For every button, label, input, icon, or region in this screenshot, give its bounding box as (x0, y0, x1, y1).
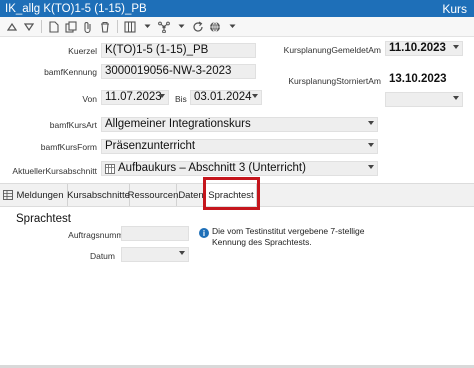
kursplanung-gemeldet-am-value: 11.10.2023 (389, 42, 446, 54)
tab-ressourcen-label: Ressourcen (127, 189, 179, 201)
bis-date-value: 03.01.2024 (194, 91, 252, 103)
info-icon: i (199, 228, 209, 238)
module-label: Kurs (442, 1, 467, 16)
column-icon (105, 164, 115, 175)
chevron-down-icon[interactable] (174, 20, 188, 34)
triangle-down-icon[interactable] (22, 20, 36, 34)
kuerzel-field[interactable]: K(TO)1-5 (1-15)_PB (101, 43, 256, 58)
bis-date-field[interactable]: 03.01.2024 (190, 90, 262, 105)
paperclip-icon[interactable] (81, 20, 95, 34)
tab-daten[interactable]: Daten (177, 184, 206, 206)
datum-field[interactable] (121, 247, 189, 262)
copy-icon[interactable] (64, 20, 78, 34)
auftragsnummer-field[interactable] (121, 226, 189, 241)
chevron-down-icon[interactable] (453, 45, 459, 49)
chevron-down-icon[interactable] (368, 165, 374, 169)
kurs-form: Kuerzel K(TO)1-5 (1-15)_PB bamfKennung 3… (0, 37, 474, 180)
triangle-up-icon[interactable] (5, 20, 19, 34)
tab-ressourcen[interactable]: Ressourcen (127, 184, 179, 206)
bamf-kurs-art-value: Allgemeiner Integrationskurs (105, 118, 251, 130)
globe-icon[interactable] (208, 20, 222, 34)
chevron-down-icon[interactable] (140, 20, 154, 34)
toolbar (0, 17, 474, 37)
von-date-field[interactable]: 11.07.2023 (101, 90, 169, 105)
kursplanung-gemeldet-am-field[interactable]: 11.10.2023 (385, 41, 463, 56)
info-text: Die vom Testinstitut vergebene 7-stellig… (212, 226, 365, 247)
refresh-icon[interactable] (191, 20, 205, 34)
title-bar: IK_allg K(TO)1-5 (1-15)_PB Kurs (0, 0, 474, 17)
toolbar-separator (117, 20, 118, 33)
bamf-kennung-field[interactable]: 3000019056-NW-3-2023 (101, 64, 256, 79)
columns-icon[interactable] (123, 20, 137, 34)
delete-icon[interactable] (98, 20, 112, 34)
tab-kursabschnitte[interactable]: Kursabschnitte (67, 184, 130, 206)
document-icon[interactable] (47, 20, 61, 34)
chevron-down-icon[interactable] (453, 96, 459, 100)
tab-kursabschnitte-label: Kursabschnitte (67, 189, 130, 201)
kursplanung-storniert-am-field[interactable]: 13.10.2023 (385, 72, 463, 87)
chevron-down-icon[interactable] (252, 94, 258, 98)
von-label: Von (82, 94, 97, 104)
grid-icon (3, 190, 14, 200)
chevron-down-icon[interactable] (225, 20, 239, 34)
aktueller-kursabschnitt-label: AktuellerKursabschnitt (12, 166, 97, 176)
tab-highlight-box (203, 177, 260, 210)
empty-select[interactable] (385, 92, 463, 107)
chevron-down-icon[interactable] (368, 121, 374, 125)
chevron-down-icon[interactable] (368, 143, 374, 147)
window-title: IK_allg K(TO)1-5 (1-15)_PB (5, 2, 147, 15)
aktueller-kursabschnitt-value: Aufbaukurs – Abschnitt 3 (Unterricht) (118, 162, 306, 174)
link-icon[interactable] (157, 20, 171, 34)
kursplanung-storniert-am-label: KursplanungStorniertAm (288, 76, 381, 86)
bamf-kurs-art-select[interactable]: Allgemeiner Integrationskurs (101, 117, 378, 132)
tab-meldungen-label: Meldungen (16, 189, 64, 201)
von-date-value: 11.07.2023 (105, 91, 162, 103)
bis-label: Bis (175, 94, 187, 104)
sprachtest-title: Sprachtest (16, 213, 71, 225)
kursplanung-gemeldet-am-label: KursplanungGemeldetAm (283, 45, 381, 55)
chevron-down-icon[interactable] (159, 94, 165, 98)
chevron-down-icon[interactable] (179, 251, 185, 255)
bamf-kurs-art-label: bamfKursArt (49, 120, 97, 130)
tab-meldungen[interactable]: Meldungen (0, 184, 68, 206)
bamf-kurs-form-select[interactable]: Präsenzunterricht (101, 139, 378, 154)
bamf-kennung-label: bamfKennung (44, 67, 97, 77)
bamf-kurs-form-label: bamfKursForm (40, 142, 97, 152)
bamf-kurs-form-value: Präsenzunterricht (105, 140, 196, 152)
tab-daten-label: Daten (178, 189, 204, 201)
datum-label: Datum (89, 251, 115, 261)
aktueller-kursabschnitt-select[interactable]: Aufbaukurs – Abschnitt 3 (Unterricht) (101, 161, 378, 176)
toolbar-separator (41, 20, 42, 33)
kuerzel-label: Kuerzel (68, 46, 97, 56)
